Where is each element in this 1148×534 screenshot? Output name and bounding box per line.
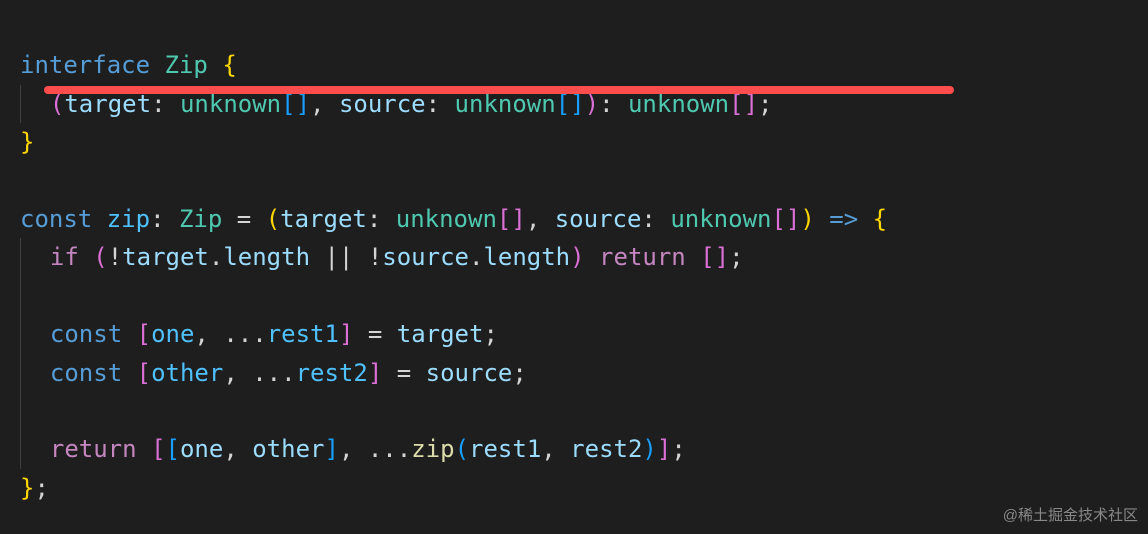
- var-one: one: [151, 320, 194, 348]
- keyword-const: const: [20, 205, 92, 233]
- type-zip: Zip: [165, 51, 208, 79]
- not: !: [108, 243, 122, 271]
- bracket-open: [: [166, 435, 180, 463]
- keyword-return: return: [599, 243, 686, 271]
- paren-close: ): [570, 243, 584, 271]
- bracket-open: [: [137, 359, 151, 387]
- var-other: other: [252, 435, 324, 463]
- prop-length: length: [223, 243, 310, 271]
- colon: :: [641, 205, 655, 233]
- arrow: =>: [815, 205, 873, 233]
- code-line-blank: [20, 282, 35, 310]
- spread: ...: [368, 435, 411, 463]
- equals: =: [382, 359, 425, 387]
- spread: ...: [223, 320, 266, 348]
- brace-open: {: [222, 51, 236, 79]
- code-line: };: [20, 474, 49, 502]
- var-source: source: [426, 359, 513, 387]
- var-rest2: rest2: [296, 359, 368, 387]
- code-line-blank: [20, 167, 34, 195]
- comma: ,: [223, 359, 252, 387]
- semicolon: ;: [729, 243, 743, 271]
- type-unknown: unknown: [670, 205, 771, 233]
- brace-close: }: [20, 474, 34, 502]
- code-line: }: [20, 128, 34, 156]
- code-editor: interface Zip { (target: unknown[], sour…: [0, 0, 1148, 515]
- comma: ,: [541, 435, 570, 463]
- type-zip: Zip: [179, 205, 222, 233]
- code-line: const [other, ...rest2] = source;: [20, 359, 527, 387]
- paren-open: (: [266, 205, 280, 233]
- paren-close: ): [800, 205, 814, 233]
- bracket-close: ]: [657, 435, 671, 463]
- dot: .: [209, 243, 223, 271]
- keyword-return: return: [50, 435, 137, 463]
- code-line: if (!target.length || !source.length) re…: [20, 243, 744, 271]
- semicolon: ;: [512, 359, 526, 387]
- bracket-close: ]: [324, 435, 338, 463]
- dot: .: [469, 243, 483, 271]
- paren-close: ): [642, 435, 656, 463]
- code-line: const zip: Zip = (target: unknown[], sou…: [20, 205, 887, 233]
- semicolon: ;: [671, 435, 685, 463]
- brace-open: {: [873, 205, 887, 233]
- brackets: []: [771, 205, 800, 233]
- keyword-interface: interface: [20, 51, 150, 79]
- brackets: []: [497, 205, 526, 233]
- bracket-open: [: [137, 320, 151, 348]
- bracket-open: [: [151, 435, 165, 463]
- not: !: [368, 243, 382, 271]
- var-rest1: rest1: [469, 435, 541, 463]
- or: ||: [310, 243, 368, 271]
- colon: :: [150, 205, 164, 233]
- colon: :: [367, 205, 381, 233]
- var-rest1: rest1: [267, 320, 339, 348]
- semicolon: ;: [483, 320, 497, 348]
- prop-length: length: [483, 243, 570, 271]
- equals: =: [353, 320, 396, 348]
- var-source: source: [382, 243, 469, 271]
- var-rest2: rest2: [570, 435, 642, 463]
- param-source: source: [555, 205, 642, 233]
- var-one: one: [180, 435, 223, 463]
- comma: ,: [194, 320, 223, 348]
- code-line: interface Zip {: [20, 51, 237, 79]
- comma: ,: [223, 435, 252, 463]
- keyword-const: const: [50, 359, 122, 387]
- semicolon: ;: [34, 474, 48, 502]
- keyword-if: if: [50, 243, 79, 271]
- equals: =: [222, 205, 265, 233]
- var-other: other: [151, 359, 223, 387]
- code-line: return [[one, other], ...zip(rest1, rest…: [20, 435, 686, 463]
- func-zip: zip: [411, 435, 454, 463]
- comma: ,: [526, 205, 555, 233]
- spread: ...: [252, 359, 295, 387]
- highlight-underline: [44, 86, 954, 94]
- brackets: []: [700, 243, 729, 271]
- watermark-text: @稀土掘金技术社区: [1003, 504, 1138, 528]
- paren-open: (: [455, 435, 469, 463]
- paren-open: (: [93, 243, 107, 271]
- code-line: const [one, ...rest1] = target;: [20, 320, 498, 348]
- param-target: target: [280, 205, 367, 233]
- var-zip: zip: [107, 205, 150, 233]
- bracket-close: ]: [339, 320, 353, 348]
- comma: ,: [339, 435, 368, 463]
- bracket-close: ]: [368, 359, 382, 387]
- type-unknown: unknown: [396, 205, 497, 233]
- var-target: target: [397, 320, 484, 348]
- keyword-const: const: [50, 320, 122, 348]
- brace-close: }: [20, 128, 34, 156]
- code-line-blank: [20, 397, 35, 425]
- var-target: target: [122, 243, 209, 271]
